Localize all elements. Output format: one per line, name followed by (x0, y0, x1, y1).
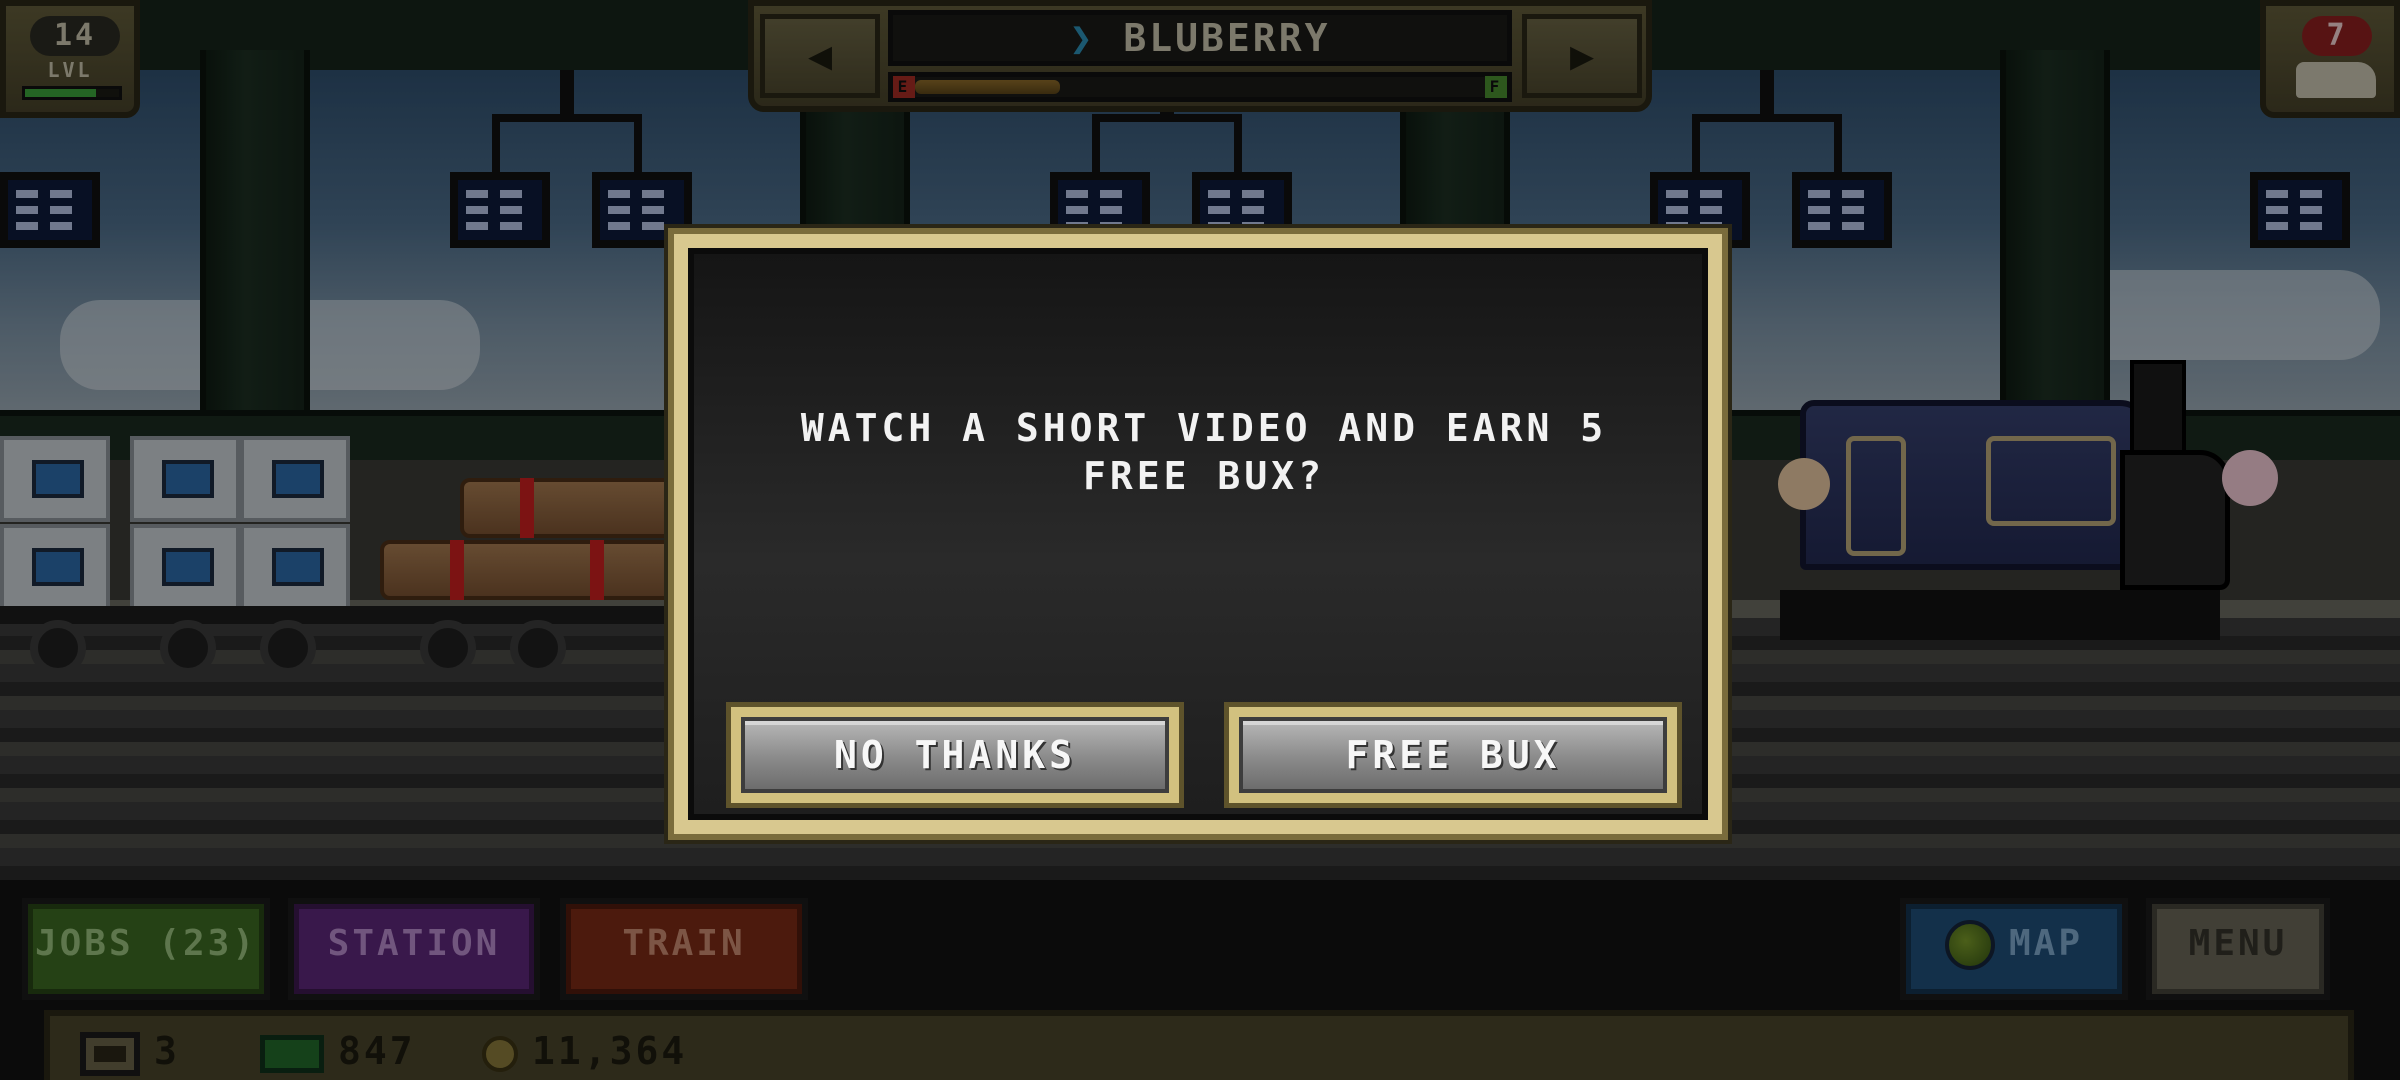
free-bux-label: FREE BUX (1239, 717, 1667, 793)
dialog-body: WATCH A SHORT VIDEO AND EARN 5 FREE BUX?… (688, 248, 1708, 820)
no-thanks-label: NO THANKS (741, 717, 1169, 793)
free-bux-dialog: WATCH A SHORT VIDEO AND EARN 5 FREE BUX?… (668, 228, 1728, 840)
dialog-message: WATCH A SHORT VIDEO AND EARN 5 FREE BUX? (800, 406, 1608, 498)
free-bux-button[interactable]: FREE BUX (1224, 702, 1682, 808)
no-thanks-button[interactable]: NO THANKS (726, 702, 1184, 808)
